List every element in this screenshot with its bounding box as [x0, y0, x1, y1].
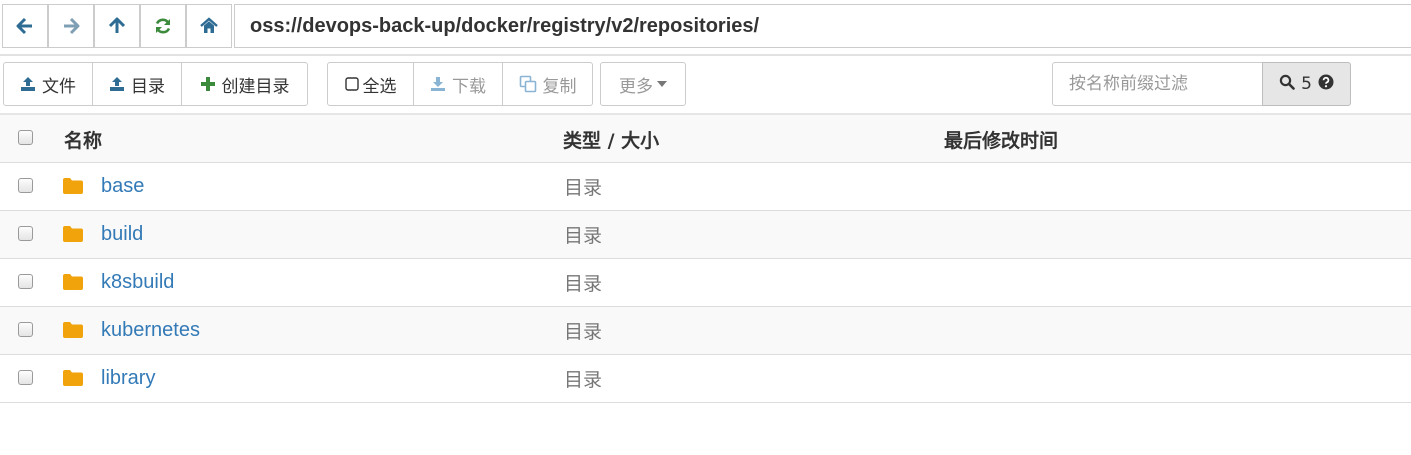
folder-icon [63, 274, 83, 294]
upload-icon [20, 76, 36, 92]
path-text: oss://devops-back-up/docker/registry/v2/… [250, 14, 760, 37]
copy-icon [519, 75, 537, 93]
more-button[interactable]: 更多 [600, 62, 686, 106]
table-row[interactable]: base 目录 [0, 163, 1411, 211]
table-header: 名称 类型 / 大小 最后修改时间 [0, 113, 1411, 163]
select-all-checkbox[interactable] [18, 130, 33, 145]
row-checkbox[interactable] [18, 274, 33, 289]
upload-dir-button[interactable]: 目录 [92, 62, 182, 106]
table-row[interactable]: library 目录 [0, 355, 1411, 403]
file-type: 目录 [564, 273, 603, 295]
table-row[interactable]: k8sbuild 目录 [0, 259, 1411, 307]
download-button[interactable]: 下载 [413, 62, 503, 106]
back-button[interactable] [2, 4, 48, 48]
file-type: 目录 [564, 225, 603, 247]
upload-icon [109, 76, 125, 92]
row-checkbox[interactable] [18, 178, 33, 193]
copy-label: 复制 [542, 76, 577, 97]
upload-file-label: 文件 [42, 76, 76, 97]
filter-search-button[interactable]: 5 [1262, 62, 1351, 106]
file-name-link[interactable]: base [101, 163, 144, 210]
select-all-button[interactable]: 全选 [327, 62, 414, 106]
up-button[interactable] [94, 4, 140, 48]
result-count: 5 [1301, 74, 1312, 94]
column-header-modified[interactable]: 最后修改时间 [944, 115, 1058, 163]
home-icon [200, 17, 218, 33]
row-checkbox[interactable] [18, 226, 33, 241]
refresh-button[interactable] [140, 4, 186, 48]
home-button[interactable] [186, 4, 232, 48]
file-type: 目录 [564, 321, 603, 343]
divider [0, 54, 1411, 56]
download-label: 下载 [452, 76, 486, 97]
arrow-right-icon [64, 17, 80, 35]
file-name-link[interactable]: build [101, 211, 143, 258]
create-dir-button[interactable]: 创建目录 [181, 62, 308, 106]
search-icon [1279, 74, 1295, 95]
upload-file-button[interactable]: 文件 [3, 62, 93, 106]
upload-dir-label: 目录 [131, 76, 165, 97]
row-checkbox[interactable] [18, 322, 33, 337]
table-row[interactable]: build 目录 [0, 211, 1411, 259]
forward-button[interactable] [48, 4, 94, 48]
select-all-label: 全选 [362, 76, 397, 97]
table-row[interactable]: kubernetes 目录 [0, 307, 1411, 355]
folder-icon [63, 322, 83, 342]
help-icon [1318, 74, 1334, 95]
file-type: 目录 [564, 369, 603, 391]
arrow-up-icon [108, 17, 126, 33]
filter-input[interactable] [1052, 62, 1263, 106]
create-dir-label: 创建目录 [221, 76, 290, 97]
column-header-type-size[interactable]: 类型 / 大小 [563, 115, 659, 163]
download-icon [430, 76, 446, 92]
column-header-name[interactable]: 名称 [64, 115, 102, 163]
folder-icon [63, 370, 83, 390]
file-name-link[interactable]: k8sbuild [101, 259, 174, 306]
more-label: 更多 [619, 76, 653, 97]
checkbox-icon [344, 77, 359, 91]
caret-down-icon [657, 81, 667, 87]
folder-icon [63, 178, 83, 198]
refresh-icon [155, 18, 171, 34]
file-name-link[interactable]: kubernetes [101, 307, 200, 354]
plus-icon [200, 76, 216, 92]
file-name-link[interactable]: library [101, 355, 155, 402]
arrow-left-icon [16, 17, 32, 35]
folder-icon [63, 226, 83, 246]
row-checkbox[interactable] [18, 370, 33, 385]
file-type: 目录 [564, 177, 603, 199]
path-field[interactable]: oss://devops-back-up/docker/registry/v2/… [234, 4, 1411, 48]
copy-button[interactable]: 复制 [502, 62, 593, 106]
